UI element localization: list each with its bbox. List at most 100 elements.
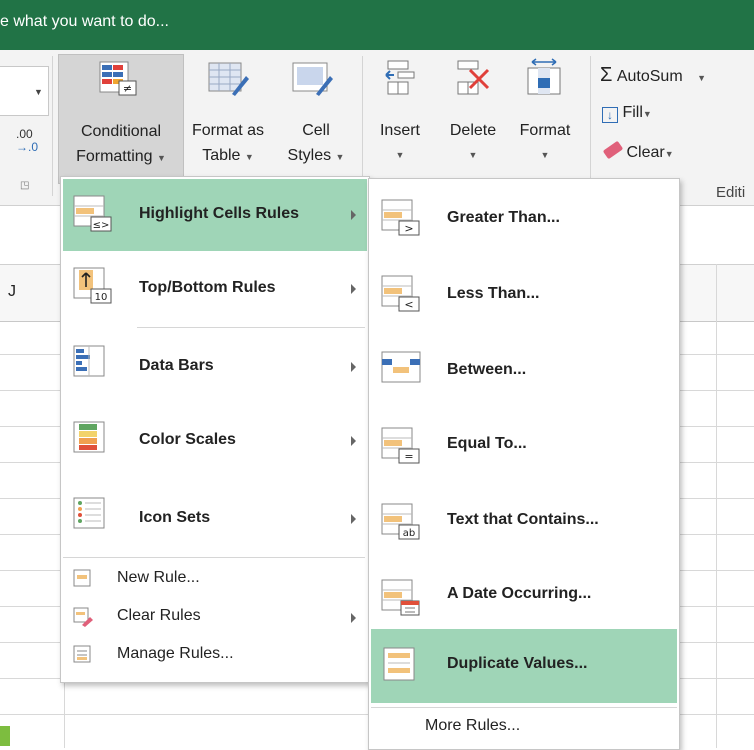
svg-text:<: < [404,298,413,311]
highlight-cells-rules-label: Highlight Cells Rules [139,205,300,222]
chevron-down-icon: ▼ [244,152,254,162]
eraser-icon [602,140,624,160]
format-cells-button[interactable]: Format ▼ [508,54,582,182]
menu-item-manage-rules[interactable]: Manage Rules... [63,637,367,673]
chevron-down-icon: ▼ [395,150,405,160]
conditional-formatting-icon: ≠ [99,61,137,96]
menu-item-greater-than[interactable]: > Greater Than... [371,181,677,255]
chevron-down-icon: ▼ [697,73,707,83]
new-rule-icon [73,569,91,587]
clear-rules-icon [73,607,93,627]
equal-to-icon: = [381,427,420,464]
chevron-right-icon [351,436,356,446]
chevron-down-icon: ▼ [335,152,345,162]
menu-item-less-than[interactable]: < Less Than... [371,257,677,331]
chevron-down-icon: ▼ [468,150,478,160]
new-rule-label: New Rule... [117,569,200,586]
conditional-formatting-menu: ≤> Highlight Cells Rules 10 Top/Bottom R… [60,176,370,683]
menu-item-icon-sets[interactable]: Icon Sets [63,481,367,555]
icon-sets-icon [73,497,105,529]
chevron-right-icon [351,362,356,372]
menu-item-color-scales[interactable]: Color Scales [63,405,367,479]
menu-item-data-bars[interactable]: Data Bars [63,329,367,403]
color-scales-icon [73,421,105,453]
format-as-table-label-1: Format as [191,122,264,139]
autosum-button[interactable]: Σ AutoSum ▼ [600,64,750,90]
menu-item-highlight-cells-rules[interactable]: ≤> Highlight Cells Rules [63,179,367,251]
clear-label: Clear [626,144,665,161]
top-bottom-rules-icon: 10 [73,267,112,304]
equal-to-label: Equal To... [447,435,527,452]
svg-text:=: = [404,450,413,463]
menu-item-new-rule[interactable]: New Rule... [63,561,367,597]
menu-item-duplicate-values[interactable]: Duplicate Values... [371,629,677,703]
clear-button[interactable]: Clear▼ [602,140,704,170]
a-date-occurring-label: A Date Occurring... [447,585,592,602]
menu-item-clear-rules[interactable]: Clear Rules [63,599,367,635]
menu-item-more-rules[interactable]: More Rules... [371,709,677,745]
delete-cells-icon [457,60,490,95]
fill-down-icon: ↓ [602,107,618,123]
cell-styles-label-1: Cell [302,122,330,139]
number-dialog-launcher-icon[interactable]: ◳ [20,180,29,191]
fill-button[interactable]: ↓ Fill▼ [602,104,682,130]
chevron-right-icon [351,514,356,524]
icon-sets-label: Icon Sets [139,509,211,526]
duplicate-values-icon [383,647,415,681]
conditional-formatting-button[interactable]: ≠ Conditional Formatting ▼ [58,54,184,184]
fill-label: Fill [622,104,643,121]
svg-text:≠: ≠ [123,82,132,95]
duplicate-values-label: Duplicate Values... [447,655,588,672]
format-as-table-label-2: Table [202,147,241,164]
data-bars-icon [73,345,105,377]
clear-rules-label: Clear Rules [117,607,201,624]
between-icon [381,351,421,383]
highlight-cells-submenu: > Greater Than... < Less Than... Between… [368,178,680,750]
tell-me-bar[interactable]: e what you want to do... [0,0,754,50]
chevron-down-icon: ▼ [642,109,652,119]
svg-text:≤>: ≤> [93,220,110,231]
svg-text:ab: ab [403,528,415,539]
format-label: Format [519,122,571,139]
decrease-decimal-button[interactable]: .00 →.0 [16,128,46,162]
insert-cells-icon [385,60,415,95]
between-label: Between... [447,361,527,378]
number-format-dropdown[interactable]: ▼ [0,66,49,116]
less-than-icon: < [381,275,420,312]
autosum-label: AutoSum [616,68,683,85]
menu-item-text-that-contains[interactable]: ab Text that Contains... [371,485,677,559]
chevron-right-icon [351,284,356,294]
delete-cells-button[interactable]: Delete ▼ [440,54,506,182]
insert-cells-button[interactable]: Insert ▼ [370,54,430,182]
menu-item-between[interactable]: Between... [371,333,677,407]
insert-label: Insert [379,122,420,139]
menu-item-top-bottom-rules[interactable]: 10 Top/Bottom Rules [63,253,367,325]
less-than-label: Less Than... [447,285,540,302]
svg-text:10: 10 [95,292,108,303]
column-header-j[interactable]: J [8,283,16,301]
manage-rules-label: Manage Rules... [117,645,234,662]
chevron-right-icon [351,210,356,220]
chevron-down-icon: ▼ [34,87,43,97]
conditional-formatting-label-1: Conditional [80,123,162,140]
format-as-table-icon [208,62,249,96]
greater-than-label: Greater Than... [447,209,560,226]
svg-text:>: > [404,222,413,235]
menu-item-equal-to[interactable]: = Equal To... [371,409,677,483]
tell-me-text: e what you want to do... [0,13,169,30]
highlight-cells-rules-icon: ≤> [73,195,112,232]
format-cells-icon [527,58,561,95]
chevron-down-icon: ▼ [664,149,674,159]
menu-item-a-date-occurring[interactable]: A Date Occurring... [371,561,677,635]
format-as-table-button[interactable]: Format as Table ▼ [184,54,272,182]
decimal-arrow-icon: →.0 [16,140,39,154]
cell-styles-button[interactable]: Cell Styles ▼ [276,54,356,182]
sigma-icon: Σ [600,64,613,86]
chevron-down-icon: ▼ [540,150,550,160]
color-scales-label: Color Scales [139,431,236,448]
greater-than-icon: > [381,199,420,236]
date-occurring-icon [381,579,420,616]
status-corner [0,726,10,746]
text-that-contains-label: Text that Contains... [447,511,599,528]
chevron-down-icon: ▼ [157,153,166,163]
